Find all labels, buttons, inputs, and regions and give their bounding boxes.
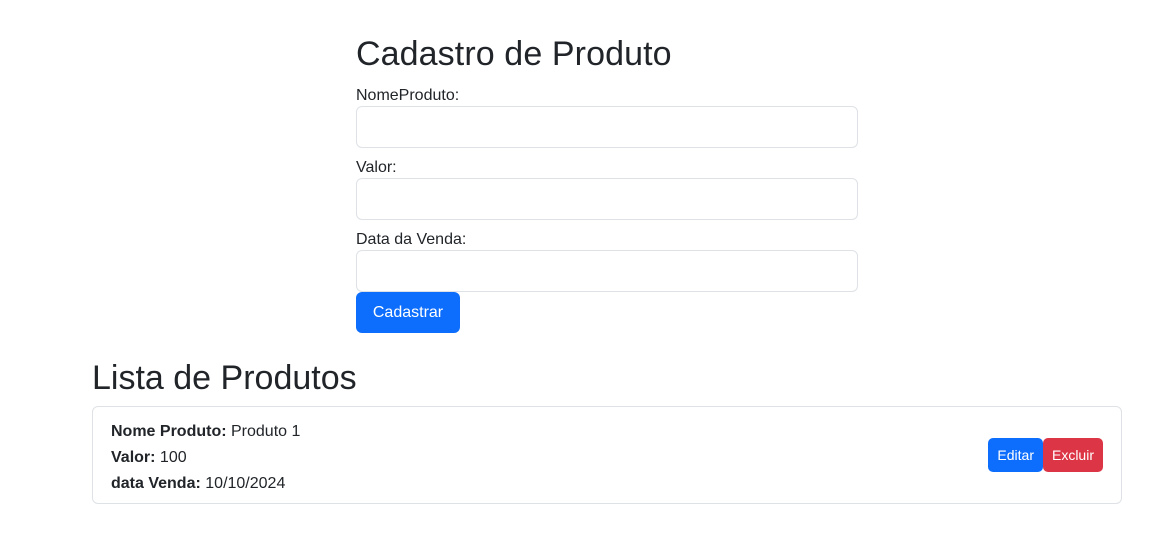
list-item: Nome Produto: Produto 1 Valor: 100 data … — [93, 407, 1121, 503]
product-name-key: Nome Produto: — [111, 423, 227, 440]
item-actions: Editar Excluir — [988, 438, 1103, 472]
sale-date-input[interactable] — [356, 250, 858, 292]
sale-date-label: Data da Venda: — [356, 231, 467, 248]
product-form: Cadastro de Produto NomeProduto: Valor: … — [356, 30, 858, 333]
product-name-input[interactable] — [356, 106, 858, 148]
product-name-value: Produto 1 — [231, 423, 301, 440]
form-title: Cadastro de Produto — [356, 35, 672, 73]
product-name-line: Nome Produto: Produto 1 — [111, 419, 1103, 445]
product-value-key: Valor: — [111, 449, 156, 466]
sale-date-key: data Venda: — [111, 475, 201, 492]
sale-date-line: data Venda: 10/10/2024 — [111, 471, 1103, 497]
edit-button[interactable]: Editar — [988, 438, 1043, 472]
product-value-value: 100 — [159, 449, 187, 466]
product-list-section: Lista de Produtos Nome Produto: Produto … — [92, 356, 1122, 504]
product-value-line: Valor: 100 — [111, 445, 1103, 471]
product-name-label: NomeProduto: — [356, 87, 460, 104]
value-input[interactable] — [356, 178, 858, 220]
product-list: Nome Produto: Produto 1 Valor: 100 data … — [92, 406, 1122, 504]
list-title: Lista de Produtos — [92, 359, 357, 397]
sale-date-value: 10/10/2024 — [205, 475, 286, 492]
value-label: Valor: — [356, 159, 397, 176]
delete-button[interactable]: Excluir — [1042, 438, 1103, 472]
register-button[interactable]: Cadastrar — [356, 292, 460, 333]
